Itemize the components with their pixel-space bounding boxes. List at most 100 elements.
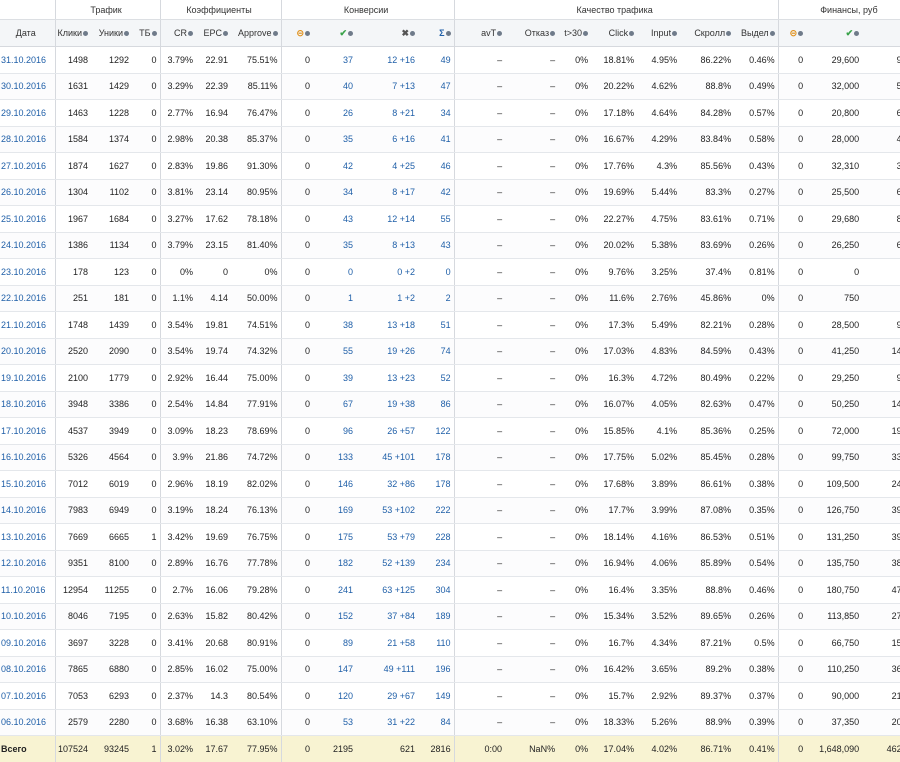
cell-sum[interactable]: 84 [418,709,454,736]
header-scroll[interactable]: Скролл [680,20,734,47]
cell-sum[interactable]: 41 [418,126,454,153]
cell-approved[interactable]: 34 [313,179,356,206]
cell-approved[interactable]: 26 [313,100,356,127]
cell-sum[interactable]: 178 [418,471,454,498]
header-tb[interactable]: ТБ [132,20,160,47]
header-clicks[interactable]: Клики [55,20,91,47]
cell-approved[interactable]: 39 [313,365,356,392]
header-fin-pending[interactable]: ⊝ [778,20,806,47]
cell-rejected[interactable]: 6 +16 [356,126,418,153]
cell-rejected[interactable]: 8 +13 [356,232,418,259]
cell-rejected[interactable]: 49 +111 [356,656,418,683]
header-t30[interactable]: t>30 [558,20,591,47]
cell-sum[interactable]: 47 [418,73,454,100]
cell-sum[interactable]: 43 [418,232,454,259]
date-link[interactable]: 18.10.2016 [0,391,55,418]
cell-approved[interactable]: 35 [313,232,356,259]
cell-sum[interactable]: 189 [418,603,454,630]
cell-rejected[interactable]: 8 +21 [356,100,418,127]
cell-sum[interactable]: 49 [418,47,454,74]
date-link[interactable]: 22.10.2016 [0,285,55,312]
cell-approved[interactable]: 38 [313,312,356,339]
cell-approved[interactable]: 35 [313,126,356,153]
header-pending[interactable]: ⊝ [281,20,313,47]
cell-rejected[interactable]: 29 +67 [356,683,418,710]
cell-approved[interactable]: 67 [313,391,356,418]
cell-sum[interactable]: 122 [418,418,454,445]
date-link[interactable]: 15.10.2016 [0,471,55,498]
cell-rejected[interactable]: 63 +125 [356,577,418,604]
date-link[interactable]: 27.10.2016 [0,153,55,180]
date-link[interactable]: 26.10.2016 [0,179,55,206]
header-click[interactable]: Click [591,20,637,47]
date-link[interactable]: 21.10.2016 [0,312,55,339]
date-link[interactable]: 16.10.2016 [0,444,55,471]
date-link[interactable]: 06.10.2016 [0,709,55,736]
date-link[interactable]: 25.10.2016 [0,206,55,233]
date-link[interactable]: 24.10.2016 [0,232,55,259]
cell-rejected[interactable]: 26 +57 [356,418,418,445]
cell-approved[interactable]: 146 [313,471,356,498]
cell-sum[interactable]: 51 [418,312,454,339]
date-link[interactable]: 19.10.2016 [0,365,55,392]
date-link[interactable]: 31.10.2016 [0,47,55,74]
cell-sum[interactable]: 86 [418,391,454,418]
header-fin-approved[interactable]: ✔ [806,20,862,47]
cell-sum[interactable]: 234 [418,550,454,577]
cell-approved[interactable]: 175 [313,524,356,551]
cell-approved[interactable]: 1 [313,285,356,312]
cell-rejected[interactable]: 12 +16 [356,47,418,74]
cell-approved[interactable]: 40 [313,73,356,100]
cell-rejected[interactable]: 13 +18 [356,312,418,339]
cell-approved[interactable]: 120 [313,683,356,710]
cell-approved[interactable]: 152 [313,603,356,630]
cell-sum[interactable]: 110 [418,630,454,657]
header-fin-rejected[interactable]: ✖ [862,20,900,47]
date-link[interactable]: 13.10.2016 [0,524,55,551]
header-rejected[interactable]: ✖ [356,20,418,47]
date-link[interactable]: 28.10.2016 [0,126,55,153]
header-refusal[interactable]: Отказ [505,20,558,47]
date-link[interactable]: 30.10.2016 [0,73,55,100]
cell-approved[interactable]: 37 [313,47,356,74]
date-link[interactable]: 14.10.2016 [0,497,55,524]
cell-rejected[interactable]: 21 +58 [356,630,418,657]
date-link[interactable]: 08.10.2016 [0,656,55,683]
cell-rejected[interactable]: 52 +139 [356,550,418,577]
cell-approved[interactable]: 133 [313,444,356,471]
cell-rejected[interactable]: 12 +14 [356,206,418,233]
cell-sum[interactable]: 228 [418,524,454,551]
date-link[interactable]: 11.10.2016 [0,577,55,604]
cell-sum[interactable]: 74 [418,338,454,365]
cell-rejected[interactable]: 53 +102 [356,497,418,524]
cell-sum[interactable]: 178 [418,444,454,471]
header-sum[interactable]: Σ [418,20,454,47]
cell-rejected[interactable]: 32 +86 [356,471,418,498]
cell-sum[interactable]: 2 [418,285,454,312]
cell-sum[interactable]: 304 [418,577,454,604]
header-approve[interactable]: Approve [231,20,281,47]
header-input[interactable]: Input [637,20,680,47]
cell-approved[interactable]: 0 [313,259,356,286]
date-link[interactable]: 10.10.2016 [0,603,55,630]
cell-approved[interactable]: 147 [313,656,356,683]
cell-rejected[interactable]: 0 +2 [356,259,418,286]
header-epc[interactable]: EPC [196,20,231,47]
date-link[interactable]: 07.10.2016 [0,683,55,710]
cell-approved[interactable]: 53 [313,709,356,736]
cell-rejected[interactable]: 31 +22 [356,709,418,736]
cell-rejected[interactable]: 37 +84 [356,603,418,630]
header-avt[interactable]: avT [454,20,505,47]
date-link[interactable]: 09.10.2016 [0,630,55,657]
cell-approved[interactable]: 89 [313,630,356,657]
header-approved[interactable]: ✔ [313,20,356,47]
cell-approved[interactable]: 43 [313,206,356,233]
cell-approved[interactable]: 55 [313,338,356,365]
cell-sum[interactable]: 52 [418,365,454,392]
cell-rejected[interactable]: 45 +101 [356,444,418,471]
cell-sum[interactable]: 149 [418,683,454,710]
date-link[interactable]: 12.10.2016 [0,550,55,577]
cell-sum[interactable]: 34 [418,100,454,127]
header-uniques[interactable]: Уники [91,20,132,47]
cell-sum[interactable]: 46 [418,153,454,180]
